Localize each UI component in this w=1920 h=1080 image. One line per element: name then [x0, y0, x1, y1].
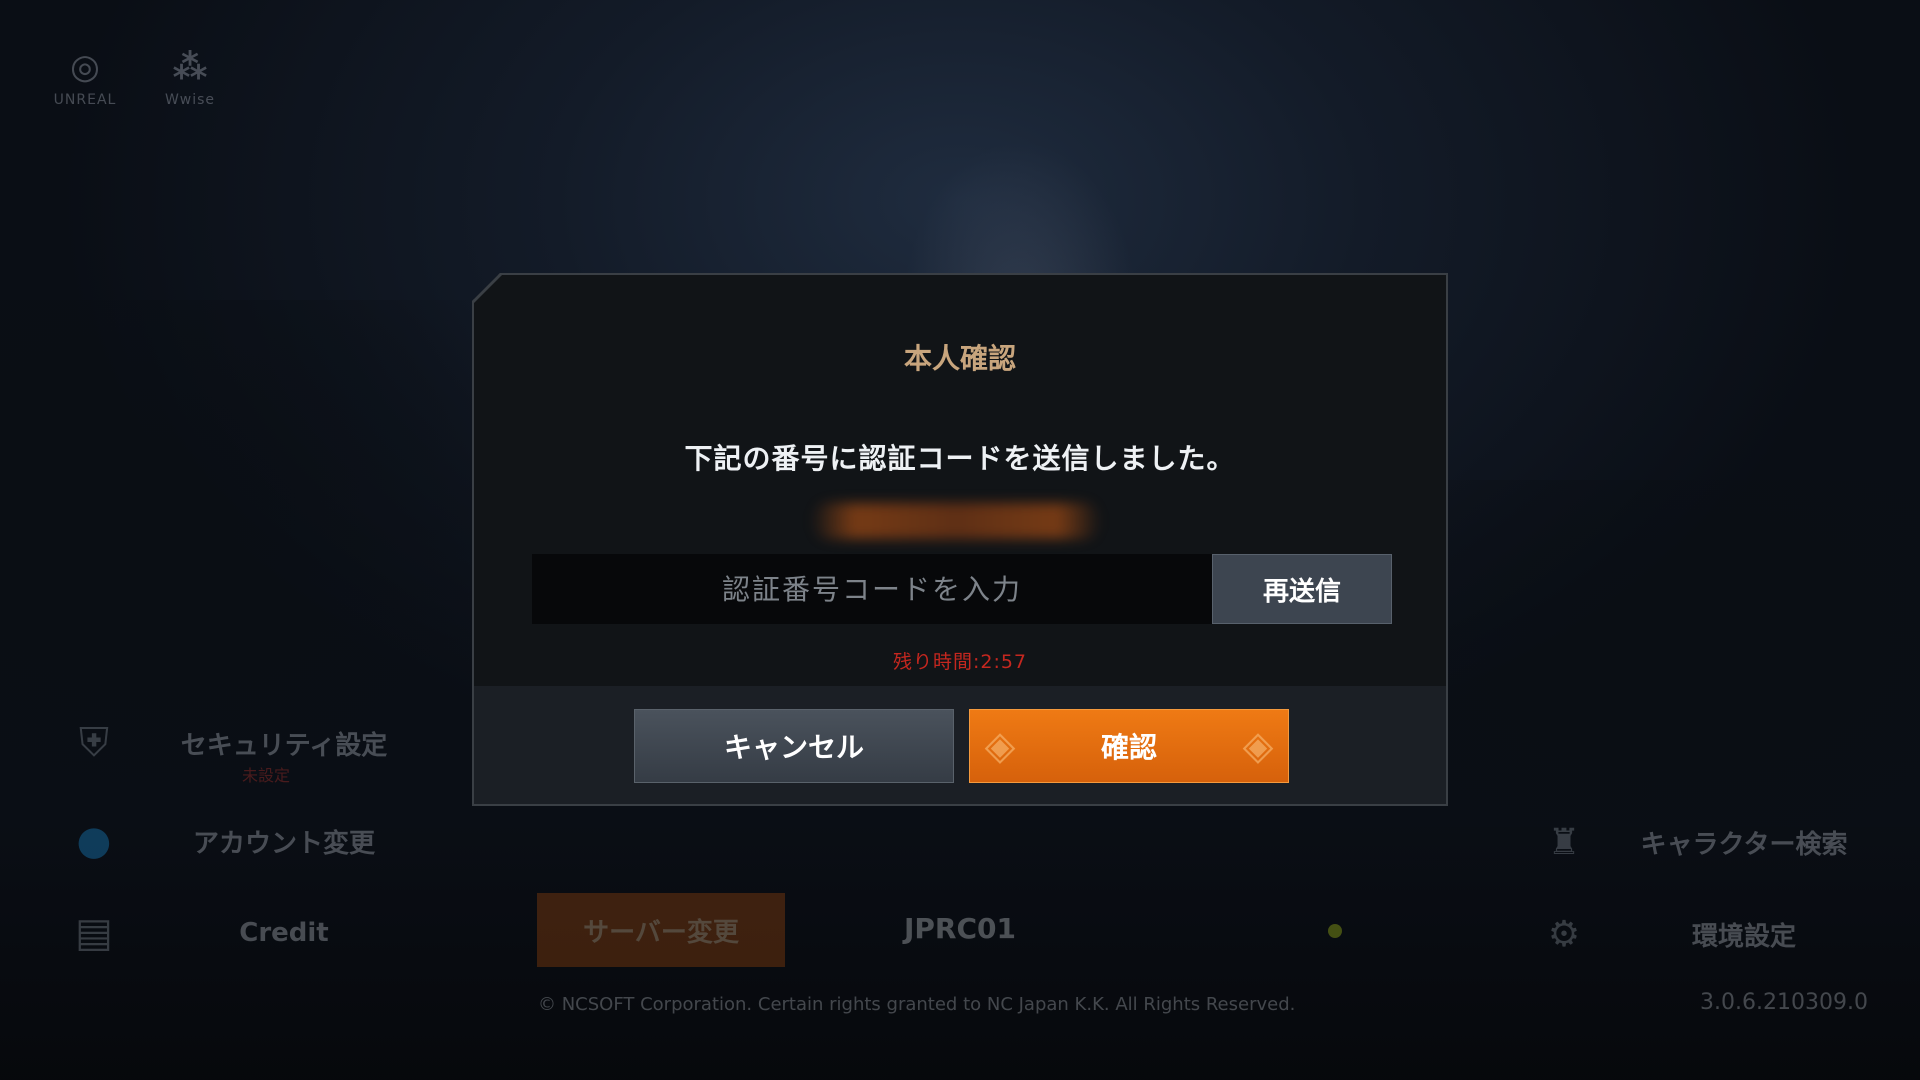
gear-icon: ⚙	[1547, 914, 1581, 955]
helmet-icon: ♜	[1547, 822, 1581, 863]
credit-button[interactable]: ▤ Credit	[52, 910, 432, 956]
ornament-right-icon: ◈	[1242, 723, 1274, 769]
dialog-title: 本人確認	[903, 342, 1016, 375]
confirm-button[interactable]: ◈ 確認 ◈	[969, 709, 1289, 783]
resend-button[interactable]: 再送信	[1212, 554, 1392, 624]
dialog-footer: キャンセル ◈ 確認 ◈	[474, 686, 1446, 804]
credit-label: Credit	[239, 918, 329, 948]
cancel-button[interactable]: キャンセル	[634, 709, 954, 783]
account-change-label: アカウント変更	[192, 828, 375, 859]
dialog-message: 下記の番号に認証コードを送信しました。	[684, 442, 1236, 475]
security-status: 未設定	[242, 766, 291, 785]
security-settings-label: セキュリティ設定	[180, 730, 388, 761]
wwise-logo-icon: ⁂	[172, 47, 208, 87]
confirm-label: 確認	[1100, 731, 1157, 764]
wwise-logo: ⁂ Wwise	[155, 42, 225, 108]
unreal-logo-icon: ◎	[70, 47, 100, 87]
character-search-label: キャラクター検索	[1640, 830, 1848, 860]
server-status-indicator	[1328, 924, 1342, 938]
account-change-button[interactable]: ● アカウント変更	[52, 818, 432, 864]
security-settings-button[interactable]: ⛨ セキュリティ設定 未設定	[52, 720, 432, 785]
shield-lock-icon: ⛨	[79, 720, 109, 766]
unreal-logo-caption: UNREAL	[53, 92, 117, 108]
copyright-text: © NCSOFT Corporation. Certain rights gra…	[538, 994, 1296, 1015]
verification-code-input[interactable]	[532, 554, 1212, 624]
identity-verification-dialog: 本人確認 下記の番号に認証コードを送信しました。 再送信 残り時間:2:57 キ…	[472, 273, 1448, 806]
ornament-left-icon: ◈	[984, 723, 1016, 769]
game-screen: ◎ UNREAL ⁂ Wwise ⛨ セキュリティ設定 未設定 ● アカウント変…	[0, 0, 1920, 1080]
unreal-engine-logo: ◎ UNREAL	[50, 42, 120, 108]
server-change-button[interactable]: サーバー変更	[537, 893, 785, 967]
server-name: JPRC01	[903, 912, 1016, 945]
settings-button[interactable]: ⚙ 環境設定	[1522, 914, 1882, 955]
remaining-time: 残り時間:2:57	[892, 651, 1028, 673]
wwise-logo-caption: Wwise	[164, 92, 216, 108]
character-search-button[interactable]: ♜ キャラクター検索	[1522, 822, 1882, 863]
phone-number-redacted	[811, 503, 1101, 539]
settings-label: 環境設定	[1691, 922, 1796, 952]
version-text: 3.0.6.210309.0	[1700, 990, 1868, 1015]
clapperboard-icon: ▤	[75, 910, 113, 956]
twitter-icon: ●	[76, 818, 112, 864]
